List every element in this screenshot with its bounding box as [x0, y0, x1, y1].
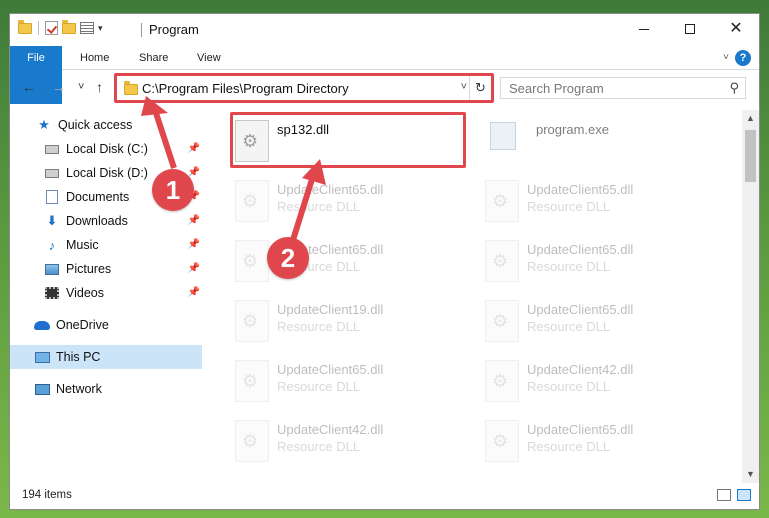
callout-arrow-1	[152, 109, 177, 169]
callout-badge-2: 2	[267, 237, 309, 279]
callout-arrows	[141, 96, 326, 241]
callout-badge-1: 1	[152, 169, 194, 211]
callout-arrowhead-2	[302, 159, 326, 185]
callout-arrow-2	[290, 175, 316, 241]
callout-arrowhead-1	[141, 96, 168, 116]
